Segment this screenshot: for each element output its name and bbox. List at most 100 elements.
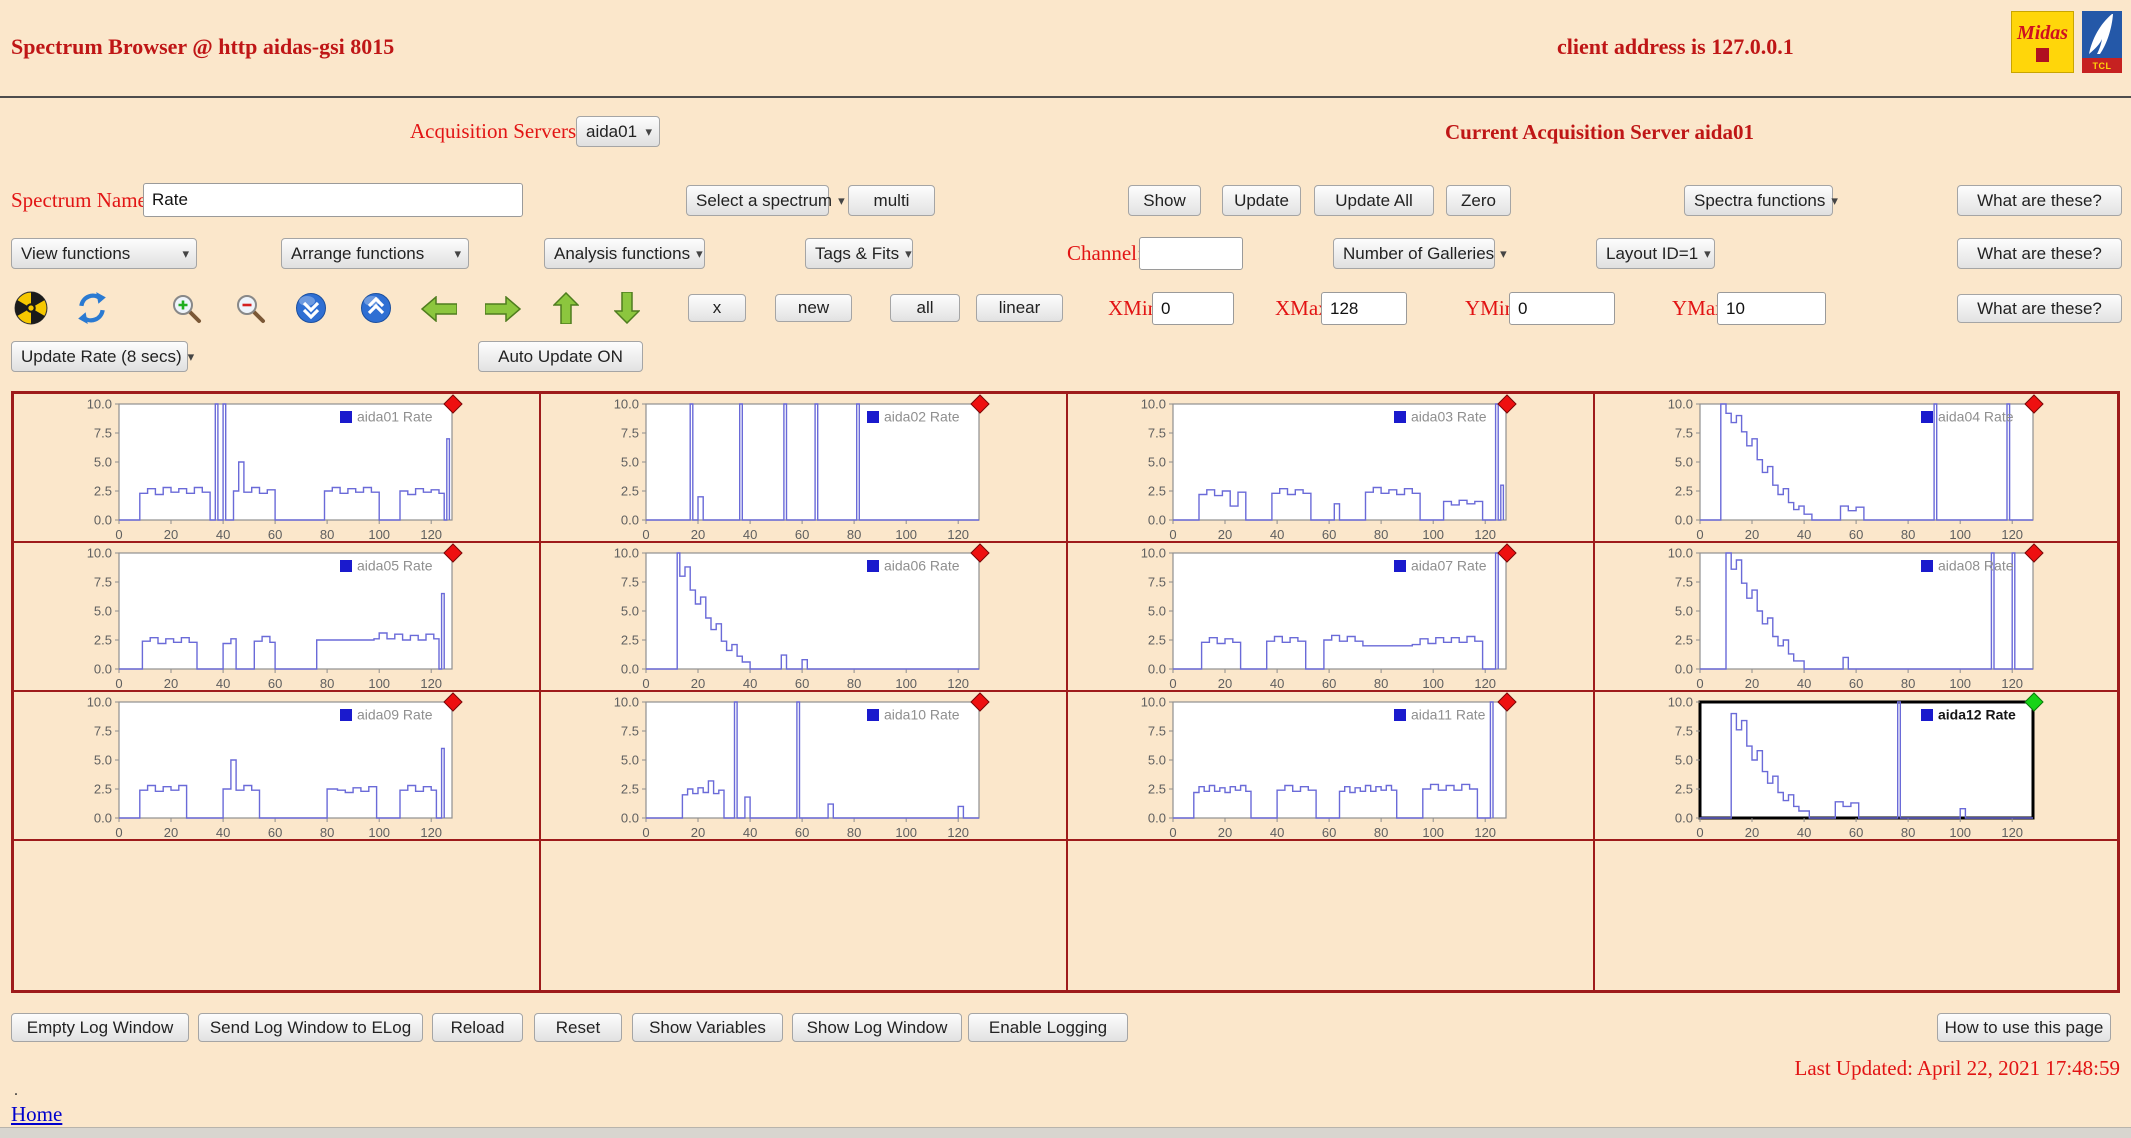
tags-fits-dropdown[interactable]: Tags & Fits ▾ — [805, 238, 913, 269]
layout-id-dropdown[interactable]: Layout ID=1 ▾ — [1596, 238, 1715, 269]
linear-button[interactable]: linear — [976, 294, 1063, 322]
arrange-functions-dropdown[interactable]: Arrange functions ▾ — [281, 238, 469, 269]
stray-dot-text: . — [14, 1082, 18, 1099]
reset-button[interactable]: Reset — [534, 1013, 622, 1042]
auto-update-button[interactable]: Auto Update ON — [478, 341, 643, 372]
svg-text:5.0: 5.0 — [1148, 604, 1166, 619]
svg-text:5.0: 5.0 — [621, 455, 639, 470]
ymin-input[interactable] — [1509, 292, 1615, 325]
chart-cell-aida10-rate[interactable]: 0.0 2.5 5.0 7.5 10.0 0 20 40 60 80 100 120 aida10 R… — [541, 692, 1068, 841]
svg-text:7.5: 7.5 — [94, 575, 112, 590]
reload-button[interactable]: Reload — [432, 1013, 523, 1042]
spectra-functions-value: Spectra functions — [1694, 190, 1826, 210]
svg-text:120: 120 — [947, 825, 969, 840]
acquisition-server-select[interactable]: aida01 ▾ — [576, 116, 660, 147]
new-button[interactable]: new — [775, 294, 852, 322]
svg-text:120: 120 — [420, 676, 442, 691]
galleries-value: Number of Galleries — [1343, 243, 1495, 263]
xmin-input[interactable] — [1152, 292, 1234, 325]
radiation-icon[interactable] — [14, 291, 48, 330]
svg-text:5.0: 5.0 — [621, 753, 639, 768]
refresh-icon[interactable] — [75, 291, 109, 330]
chart-cell-aida09-rate[interactable]: 0.0 2.5 5.0 7.5 10.0 0 20 40 60 80 100 120 aida09 R… — [14, 692, 541, 841]
spectrum-chart: 0.0 2.5 5.0 7.5 10.0 0 20 40 60 80 100 120 aida10 R… — [614, 692, 990, 840]
header-divider — [0, 96, 2131, 98]
svg-text:60: 60 — [1322, 825, 1336, 840]
channel-input[interactable] — [1139, 237, 1243, 270]
midas-logo-mark — [2036, 48, 2049, 62]
chart-cell-aida04-rate[interactable]: 0.0 2.5 5.0 7.5 10.0 0 20 40 60 80 100 120 aida04 R… — [1595, 394, 2120, 543]
multi-button[interactable]: multi — [848, 185, 935, 216]
down-arrow-icon[interactable] — [613, 291, 641, 329]
svg-text:60: 60 — [1322, 676, 1336, 691]
update-all-button[interactable]: Update All — [1314, 185, 1434, 216]
midas-logo-text: Midas — [2016, 22, 2069, 44]
legend-marker — [1921, 560, 1933, 572]
show-variables-button[interactable]: Show Variables — [632, 1013, 783, 1042]
x-button[interactable]: x — [688, 294, 746, 322]
zero-button[interactable]: Zero — [1446, 185, 1511, 216]
what-are-these-button-2[interactable]: What are these? — [1957, 238, 2122, 269]
show-log-window-button[interactable]: Show Log Window — [792, 1013, 962, 1042]
scroll-down-icon[interactable] — [295, 292, 327, 329]
empty-log-window-button[interactable]: Empty Log Window — [11, 1013, 189, 1042]
chart-cell-aida07-rate[interactable]: 0.0 2.5 5.0 7.5 10.0 0 20 40 60 80 100 120 aida07 R… — [1068, 543, 1595, 692]
what-are-these-button-1[interactable]: What are these? — [1957, 185, 2122, 216]
view-functions-dropdown[interactable]: View functions ▾ — [11, 238, 197, 269]
tcl-powered-logo[interactable]: TCL — [2082, 11, 2122, 73]
chart-cell-aida11-rate[interactable]: 0.0 2.5 5.0 7.5 10.0 0 20 40 60 80 100 120 aida11 R… — [1068, 692, 1595, 841]
chart-cell-aida08-rate[interactable]: 0.0 2.5 5.0 7.5 10.0 0 20 40 60 80 100 120 aida08 R… — [1595, 543, 2120, 692]
chart-cell-aida01-rate[interactable]: 0.0 2.5 5.0 7.5 10.0 0 20 40 60 80 100 120 aida01 R… — [14, 394, 541, 543]
zoom-out-icon[interactable] — [234, 292, 266, 329]
right-arrow-icon[interactable] — [484, 295, 522, 327]
svg-text:20: 20 — [164, 825, 178, 840]
legend-marker — [340, 709, 352, 721]
update-button[interactable]: Update — [1222, 185, 1301, 216]
svg-text:10.0: 10.0 — [1141, 397, 1166, 412]
chevron-down-icon: ▾ — [645, 123, 652, 139]
svg-text:10.0: 10.0 — [1668, 695, 1693, 710]
what-are-these-button-3[interactable]: What are these? — [1957, 294, 2122, 323]
chart-cell-aida06-rate[interactable]: 0.0 2.5 5.0 7.5 10.0 0 20 40 60 80 100 120 aida06 R… — [541, 543, 1068, 692]
ymax-input[interactable] — [1717, 292, 1826, 325]
svg-text:120: 120 — [947, 527, 969, 542]
svg-text:10.0: 10.0 — [614, 397, 639, 412]
scroll-up-icon[interactable] — [360, 292, 392, 329]
send-log-to-elog-button[interactable]: Send Log Window to ELog — [198, 1013, 423, 1042]
zoom-in-icon[interactable] — [170, 292, 202, 329]
how-to-use-button[interactable]: How to use this page — [1937, 1013, 2111, 1042]
galleries-dropdown[interactable]: Number of Galleries ▾ — [1333, 238, 1507, 269]
svg-text:80: 80 — [320, 527, 334, 542]
svg-text:120: 120 — [1474, 527, 1496, 542]
legend-marker — [1394, 560, 1406, 572]
spectrum-chart: 0.0 2.5 5.0 7.5 10.0 0 20 40 60 80 100 120 aida09 R… — [87, 692, 463, 840]
svg-text:20: 20 — [1218, 825, 1232, 840]
svg-text:7.5: 7.5 — [94, 426, 112, 441]
up-arrow-icon[interactable] — [552, 291, 580, 329]
svg-text:2.5: 2.5 — [94, 633, 112, 648]
xmax-input[interactable] — [1321, 292, 1407, 325]
svg-text:40: 40 — [216, 825, 230, 840]
svg-text:0: 0 — [1696, 676, 1703, 691]
svg-text:0: 0 — [642, 676, 649, 691]
spectrum-name-input[interactable] — [143, 183, 523, 217]
horizontal-scrollbar[interactable] — [0, 1127, 2131, 1138]
update-rate-dropdown[interactable]: Update Rate (8 secs) ▾ — [11, 341, 194, 372]
chart-cell-aida12-rate[interactable]: 0.0 2.5 5.0 7.5 10.0 0 20 40 60 80 100 120 aida12 R… — [1595, 692, 2120, 841]
legend-label: aida04 Rate — [1938, 409, 2014, 425]
analysis-functions-dropdown[interactable]: Analysis functions ▾ — [544, 238, 705, 269]
all-button[interactable]: all — [890, 294, 960, 322]
chart-cell-aida05-rate[interactable]: 0.0 2.5 5.0 7.5 10.0 0 20 40 60 80 100 120 aida05 R… — [14, 543, 541, 692]
show-button[interactable]: Show — [1128, 185, 1201, 216]
enable-logging-button[interactable]: Enable Logging — [968, 1013, 1128, 1042]
chart-cell-aida03-rate[interactable]: 0.0 2.5 5.0 7.5 10.0 0 20 40 60 80 100 120 aida03 R… — [1068, 394, 1595, 543]
select-spectrum-dropdown[interactable]: Select a spectrum ▾ — [686, 185, 845, 216]
spectra-functions-dropdown[interactable]: Spectra functions ▾ — [1684, 185, 1838, 216]
home-link[interactable]: Home — [11, 1102, 62, 1127]
spectrum-chart: 0.0 2.5 5.0 7.5 10.0 0 20 40 60 80 100 120 aida02 R… — [614, 394, 990, 542]
left-arrow-icon[interactable] — [420, 295, 458, 327]
midas-logo[interactable]: Midas — [2011, 11, 2074, 73]
legend-marker — [867, 411, 879, 423]
chart-cell-aida02-rate[interactable]: 0.0 2.5 5.0 7.5 10.0 0 20 40 60 80 100 120 aida02 R… — [541, 394, 1068, 543]
svg-text:80: 80 — [1374, 527, 1388, 542]
